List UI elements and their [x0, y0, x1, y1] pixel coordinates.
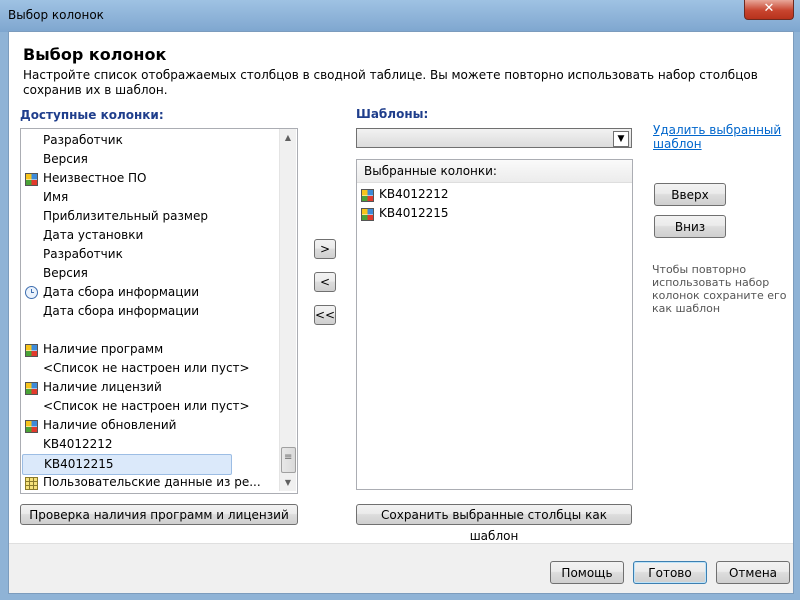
move-up-button[interactable]: Вверх — [654, 183, 726, 206]
clock-icon — [25, 286, 38, 299]
available-column-item-label: <Список не настроен или пуст> — [43, 361, 250, 375]
template-hint: Чтобы повторно использовать набор колоно… — [652, 263, 787, 315]
available-column-item-label: Дата установки — [43, 228, 144, 242]
grid-icon — [361, 208, 374, 221]
move-down-button[interactable]: Вниз — [654, 215, 726, 238]
dialog-body: Выбор колонок Настройте список отображае… — [9, 32, 793, 543]
title-bar: Выбор колонок ✕ — [0, 0, 800, 32]
available-column-item-label: KB4012212 — [43, 437, 113, 451]
help-button[interactable]: Помощь — [550, 561, 624, 584]
dropdown-arrow-icon[interactable]: ▼ — [613, 131, 629, 147]
close-button[interactable]: ✕ — [744, 0, 794, 20]
done-button[interactable]: Готово — [633, 561, 707, 584]
grid-icon — [25, 173, 38, 186]
available-columns-label: Доступные колонки: — [20, 108, 164, 122]
available-column-item-label: Разработчик — [43, 133, 123, 147]
delete-template-link[interactable]: Удалить выбранный шаблон — [653, 123, 783, 151]
available-column-item[interactable]: KB4012215 — [22, 454, 232, 475]
selected-columns-header: Выбранные колонки: — [357, 160, 632, 183]
dialog-client: Выбор колонок Настройте список отображае… — [8, 31, 794, 594]
scroll-up-button[interactable]: ▲ — [280, 129, 296, 146]
available-column-item-label: KB4012215 — [44, 457, 114, 471]
templates-label: Шаблоны: — [356, 107, 429, 121]
footer-separator — [9, 543, 793, 544]
scroll-down-icon: ▼ — [284, 478, 292, 487]
selected-columns-list[interactable]: Выбранные колонки: KB4012212 KB4012215 — [356, 159, 633, 490]
grid-icon — [361, 189, 374, 202]
dialog-description: Настройте список отображаемых столбцов в… — [23, 68, 758, 97]
grid-icon — [25, 344, 38, 357]
scroll-down-button[interactable]: ▼ — [280, 474, 296, 491]
available-column-item-label: Пользовательские данные из ре... — [43, 475, 261, 489]
scroll-thumb[interactable]: ≡ — [281, 447, 296, 473]
add-column-button[interactable]: > — [314, 239, 336, 259]
scroll-up-icon: ▲ — [284, 133, 292, 142]
available-column-item-label: Наличие программ — [43, 342, 164, 356]
available-column-item-label: Версия — [43, 152, 88, 166]
table-icon — [25, 477, 38, 490]
save-template-button[interactable]: Сохранить выбранные столбцы как шаблон — [356, 504, 632, 543]
grid-icon — [25, 382, 38, 395]
available-column-item-label: Неизвестное ПО — [43, 171, 147, 185]
grid-icon — [25, 420, 38, 433]
available-column-item-label: Приблизительный размер — [43, 209, 208, 223]
available-columns-list[interactable]: Разработчик Версия Неизвестное ПО Имя Прибли… — [20, 128, 298, 494]
check-programs-button[interactable]: Проверка наличия программ и лицензий — [20, 504, 298, 525]
available-column-item-label: <Список не настроен или пуст> — [43, 399, 250, 413]
available-column-item-label: Имя — [43, 190, 69, 204]
available-column-item-label: Дата сбора информации — [43, 285, 200, 299]
templates-combobox[interactable]: ▼ — [356, 128, 632, 148]
available-scrollbar[interactable]: ▲ ≡ ▼ — [279, 129, 296, 491]
remove-column-button[interactable]: < — [314, 272, 336, 292]
available-column-item-label: Дата сбора информации — [43, 304, 200, 318]
dialog-heading: Выбор колонок — [23, 45, 167, 64]
selected-column-item-label: KB4012215 — [379, 206, 449, 220]
remove-all-columns-button[interactable]: << — [314, 305, 336, 325]
available-column-item-label: Разработчик — [43, 247, 123, 261]
grip-icon: ≡ — [284, 452, 293, 463]
cancel-button[interactable]: Отмена — [716, 561, 790, 584]
selected-column-item-label: KB4012212 — [379, 187, 449, 201]
available-column-item-label: Наличие лицензий — [43, 380, 162, 394]
available-column-item-label: Наличие обновлений — [43, 418, 177, 432]
close-icon: ✕ — [763, 1, 775, 16]
window-title: Выбор колонок — [8, 8, 104, 22]
available-column-item-label: Версия — [43, 266, 88, 280]
